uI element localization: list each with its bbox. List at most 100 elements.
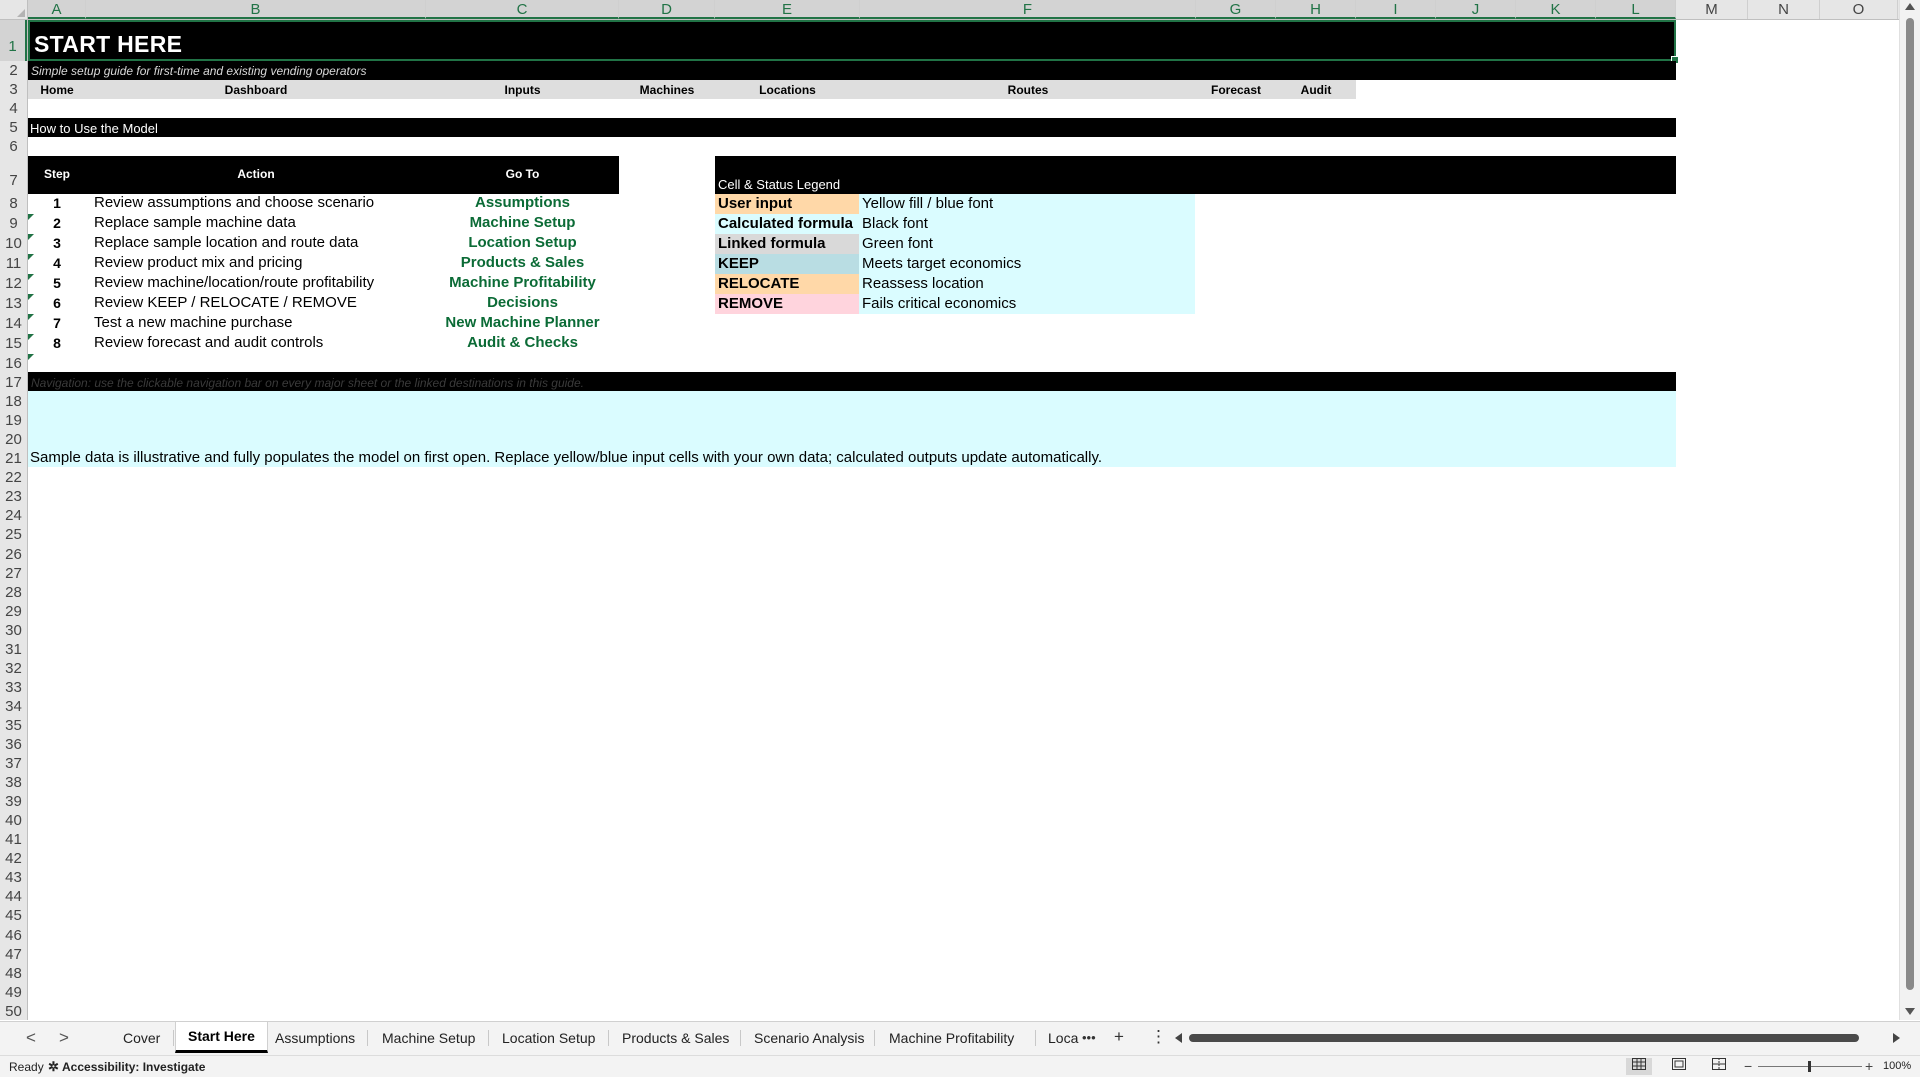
- row-header-11[interactable]: 11: [0, 254, 27, 274]
- row-header-39[interactable]: 39: [0, 792, 27, 811]
- row-header-48[interactable]: 48: [0, 964, 27, 983]
- add-sheet-button[interactable]: +: [1114, 1027, 1124, 1047]
- row-header-33[interactable]: 33: [0, 678, 27, 697]
- normal-view-icon[interactable]: [1626, 1058, 1652, 1075]
- vertical-scrollbar[interactable]: [1899, 0, 1920, 1020]
- goto-link-location-setup[interactable]: Location Setup: [426, 234, 619, 251]
- row-header-13[interactable]: 13: [0, 294, 27, 314]
- row-header-38[interactable]: 38: [0, 773, 27, 792]
- zoom-in-button[interactable]: +: [1865, 1058, 1873, 1074]
- tab-prev-button[interactable]: <: [26, 1028, 36, 1048]
- row-header-36[interactable]: 36: [0, 735, 27, 754]
- scroll-up-icon[interactable]: [1905, 3, 1915, 10]
- row-header-28[interactable]: 28: [0, 583, 27, 602]
- col-header-l[interactable]: L: [1596, 0, 1676, 19]
- row-header-27[interactable]: 27: [0, 564, 27, 583]
- goto-link-new-machine-planner[interactable]: New Machine Planner: [426, 314, 619, 331]
- nav-link-home[interactable]: Home: [28, 83, 86, 97]
- goto-link-assumptions[interactable]: Assumptions: [426, 194, 619, 211]
- col-header-j[interactable]: J: [1436, 0, 1516, 19]
- tab-machine-setup[interactable]: Machine Setup: [370, 1022, 487, 1054]
- row-header-46[interactable]: 46: [0, 926, 27, 945]
- row-header-8[interactable]: 8: [0, 194, 27, 214]
- col-header-m[interactable]: M: [1676, 0, 1748, 19]
- tab-start-here[interactable]: Start Here: [175, 1022, 268, 1053]
- row-header-41[interactable]: 41: [0, 830, 27, 849]
- row-header-45[interactable]: 45: [0, 906, 27, 925]
- row-header-42[interactable]: 42: [0, 849, 27, 868]
- row-header-22[interactable]: 22: [0, 468, 27, 487]
- goto-link-machine-setup[interactable]: Machine Setup: [426, 214, 619, 231]
- row-header-19[interactable]: 19: [0, 411, 27, 430]
- zoom-level[interactable]: 100%: [1883, 1060, 1911, 1072]
- row-header-47[interactable]: 47: [0, 945, 27, 964]
- select-all-button[interactable]: [0, 0, 28, 19]
- tab-scenario-analysis[interactable]: Scenario Analysis: [742, 1022, 877, 1054]
- tab-machine-profitability[interactable]: Machine Profitability: [877, 1022, 1026, 1054]
- col-header-c[interactable]: C: [426, 0, 619, 19]
- row-header-30[interactable]: 30: [0, 621, 27, 640]
- row-header-37[interactable]: 37: [0, 754, 27, 773]
- col-header-a[interactable]: A: [28, 0, 86, 19]
- row-header-29[interactable]: 29: [0, 602, 27, 621]
- row-header-7[interactable]: 7: [0, 156, 27, 194]
- row-header-10[interactable]: 10: [0, 234, 27, 254]
- row-header-21[interactable]: 21: [0, 449, 27, 468]
- col-header-i[interactable]: I: [1356, 0, 1436, 19]
- nav-link-audit[interactable]: Audit: [1276, 83, 1356, 97]
- scroll-right-icon[interactable]: [1893, 1033, 1900, 1043]
- tab-location-setup[interactable]: Location Setup: [490, 1022, 607, 1054]
- goto-link-decisions[interactable]: Decisions: [426, 294, 619, 311]
- row-header-25[interactable]: 25: [0, 525, 27, 544]
- row-header-35[interactable]: 35: [0, 716, 27, 735]
- row-header-34[interactable]: 34: [0, 697, 27, 716]
- col-header-o[interactable]: O: [1820, 0, 1898, 19]
- row-header-18[interactable]: 18: [0, 392, 27, 411]
- col-header-e[interactable]: E: [715, 0, 860, 19]
- nav-link-routes[interactable]: Routes: [860, 83, 1196, 97]
- row-header-40[interactable]: 40: [0, 811, 27, 830]
- tab-options-icon[interactable]: ⋮: [1150, 1027, 1167, 1047]
- col-header-f[interactable]: F: [860, 0, 1196, 19]
- row-header-4[interactable]: 4: [0, 99, 27, 118]
- row-header-26[interactable]: 26: [0, 545, 27, 564]
- row-header-50[interactable]: 50: [0, 1002, 27, 1021]
- row-header-49[interactable]: 49: [0, 983, 27, 1002]
- zoom-slider-thumb[interactable]: [1808, 1061, 1811, 1072]
- sheet-grid[interactable]: START HERE Simple setup guide for first-…: [28, 20, 1898, 1020]
- zoom-out-button[interactable]: −: [1744, 1058, 1752, 1074]
- row-header-23[interactable]: 23: [0, 487, 27, 506]
- horizontal-scrollbar[interactable]: [1175, 1032, 1900, 1044]
- tab-products-sales[interactable]: Products & Sales: [610, 1022, 741, 1054]
- row-header-43[interactable]: 43: [0, 868, 27, 887]
- row-header-16[interactable]: 16: [0, 354, 27, 373]
- scroll-left-icon[interactable]: [1175, 1033, 1182, 1043]
- accessibility-status[interactable]: ✲ Accessibility: Investigate: [48, 1059, 205, 1074]
- row-header-2[interactable]: 2: [0, 61, 27, 80]
- title-cell[interactable]: START HERE: [28, 20, 1679, 64]
- goto-link-products-sales[interactable]: Products & Sales: [426, 254, 619, 271]
- nav-link-inputs[interactable]: Inputs: [426, 83, 619, 97]
- nav-link-machines[interactable]: Machines: [619, 83, 715, 97]
- tab-assumptions[interactable]: Assumptions: [263, 1022, 367, 1054]
- row-header-3[interactable]: 3: [0, 80, 27, 99]
- row-header-12[interactable]: 12: [0, 274, 27, 294]
- scroll-down-icon[interactable]: [1905, 1008, 1915, 1015]
- page-break-view-icon[interactable]: [1706, 1058, 1732, 1075]
- goto-link-machine-profitability[interactable]: Machine Profitability: [426, 274, 619, 291]
- row-header-32[interactable]: 32: [0, 659, 27, 678]
- nav-link-dashboard[interactable]: Dashboard: [86, 83, 426, 97]
- col-header-k[interactable]: K: [1516, 0, 1596, 19]
- row-header-9[interactable]: 9: [0, 214, 27, 234]
- tab-locations-truncated[interactable]: Loca: [1036, 1022, 1082, 1054]
- horizontal-scroll-thumb[interactable]: [1189, 1034, 1859, 1042]
- row-header-5[interactable]: 5: [0, 118, 27, 137]
- tab-cover[interactable]: Cover: [111, 1022, 172, 1054]
- vertical-scroll-thumb[interactable]: [1906, 18, 1914, 990]
- col-header-d[interactable]: D: [619, 0, 715, 19]
- row-header-44[interactable]: 44: [0, 887, 27, 906]
- page-layout-view-icon[interactable]: [1666, 1058, 1692, 1075]
- tab-next-button[interactable]: >: [59, 1028, 69, 1048]
- row-header-6[interactable]: 6: [0, 137, 27, 156]
- nav-link-locations[interactable]: Locations: [715, 83, 860, 97]
